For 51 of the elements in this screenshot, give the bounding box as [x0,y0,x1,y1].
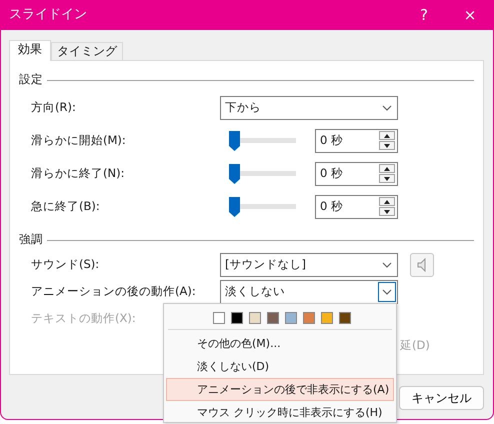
up-arrow-icon [384,200,390,204]
menu-item[interactable]: 淡くしない(D) [166,355,394,378]
color-swatch[interactable] [285,312,297,324]
window-title: スライドイン [9,6,88,24]
menu-item[interactable]: アニメーションの後で非表示にする(A) [166,378,394,401]
dropdown[interactable]: 淡くしない [220,280,398,304]
close-button[interactable]: × [447,4,493,26]
field-label: サウンド(S): [31,256,100,271]
color-swatch[interactable] [321,312,333,324]
down-arrow-icon [384,176,390,180]
field-label: テキストの動作(X): [31,310,136,325]
color-swatch[interactable] [339,312,351,324]
section-heading: 強調 [19,231,43,248]
spin-up-button[interactable] [379,197,395,206]
spin-up-button[interactable] [379,131,395,140]
spin-field[interactable]: 0 秒 [315,128,398,152]
down-arrow-icon [384,210,390,214]
color-swatch[interactable] [267,312,279,324]
help-button[interactable]: ? [401,4,447,26]
spin-down-button[interactable] [379,174,395,183]
cancel-button[interactable]: キャンセル [399,386,484,410]
menu-item[interactable]: その他の色(M)... [166,332,394,355]
field-label: アニメーションの後の動作(A): [31,284,196,298]
dropdown[interactable]: [サウンドなし] [220,252,398,276]
field-label: 滑らかに開始(M): [31,132,126,147]
speaker-icon [417,258,427,272]
slider-thumb[interactable] [229,130,240,150]
spin-field[interactable]: 0 秒 [315,194,398,218]
slider-thumb[interactable] [229,164,240,184]
section-heading: 設定 [19,71,43,88]
spin-down-button[interactable] [379,141,395,150]
up-arrow-icon [384,134,390,138]
field-label: 滑らかに終了(N): [31,166,124,180]
dropdown[interactable]: 下から [220,96,398,120]
spin-down-button[interactable] [379,207,395,216]
field-label: 延(D) [400,336,430,354]
down-arrow-icon [384,144,390,148]
spin-field[interactable]: 0 秒 [315,162,398,186]
menu-item[interactable]: マウス クリック時に非表示にする(H) [166,401,394,424]
tab[interactable]: タイミング [51,42,123,60]
field-label: 方向(R): [31,100,76,114]
slider-thumb[interactable] [229,196,240,216]
spin-up-button[interactable] [379,164,395,173]
color-swatch[interactable] [231,312,243,324]
field-label: 急に終了(B): [31,198,100,213]
up-arrow-icon [384,166,390,170]
color-swatch[interactable] [303,312,315,324]
color-swatch[interactable] [249,312,261,324]
tab[interactable]: 効果 [9,40,51,61]
speaker-button[interactable] [410,252,434,276]
color-swatch[interactable] [213,312,225,324]
